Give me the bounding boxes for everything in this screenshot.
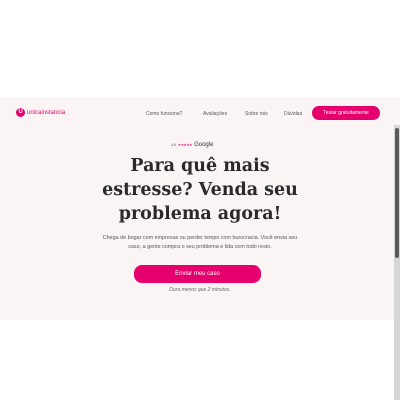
scrollbar-thumb[interactable] — [395, 128, 399, 258]
google-logo: Google — [194, 142, 214, 148]
google-rating: 4.8 ★★★★★ Google — [171, 142, 213, 148]
hero-subtext: Chega de brigar com empresas ou perder t… — [102, 235, 298, 250]
send-case-button[interactable]: Enviar meu caso — [134, 265, 261, 283]
nav-link-avaliacoes[interactable]: Avaliações — [203, 111, 227, 117]
page-bottom-blank — [0, 320, 400, 400]
nav-link-sobre-nos[interactable]: Sobre nós — [245, 111, 268, 117]
page-top-blank — [0, 0, 400, 97]
nav-link-duvidas[interactable]: Dúvidas — [284, 111, 302, 117]
star-rating-icon: ★★★★★ — [177, 143, 193, 147]
rating-score: 4.8 — [171, 143, 176, 147]
header-cta-button[interactable]: Testar gratuitamente — [312, 106, 380, 120]
hero-headline: Para quê mais estresse? Venda seu proble… — [102, 156, 298, 224]
nav-link-como-funciona[interactable]: Como funciona? — [146, 111, 182, 117]
duration-note: Dura menos que 2 minutos. — [169, 287, 231, 293]
site-logo[interactable]: U unicainstancia — [16, 108, 65, 117]
logo-icon: U — [16, 108, 25, 117]
logo-text: unicainstancia — [27, 109, 66, 116]
